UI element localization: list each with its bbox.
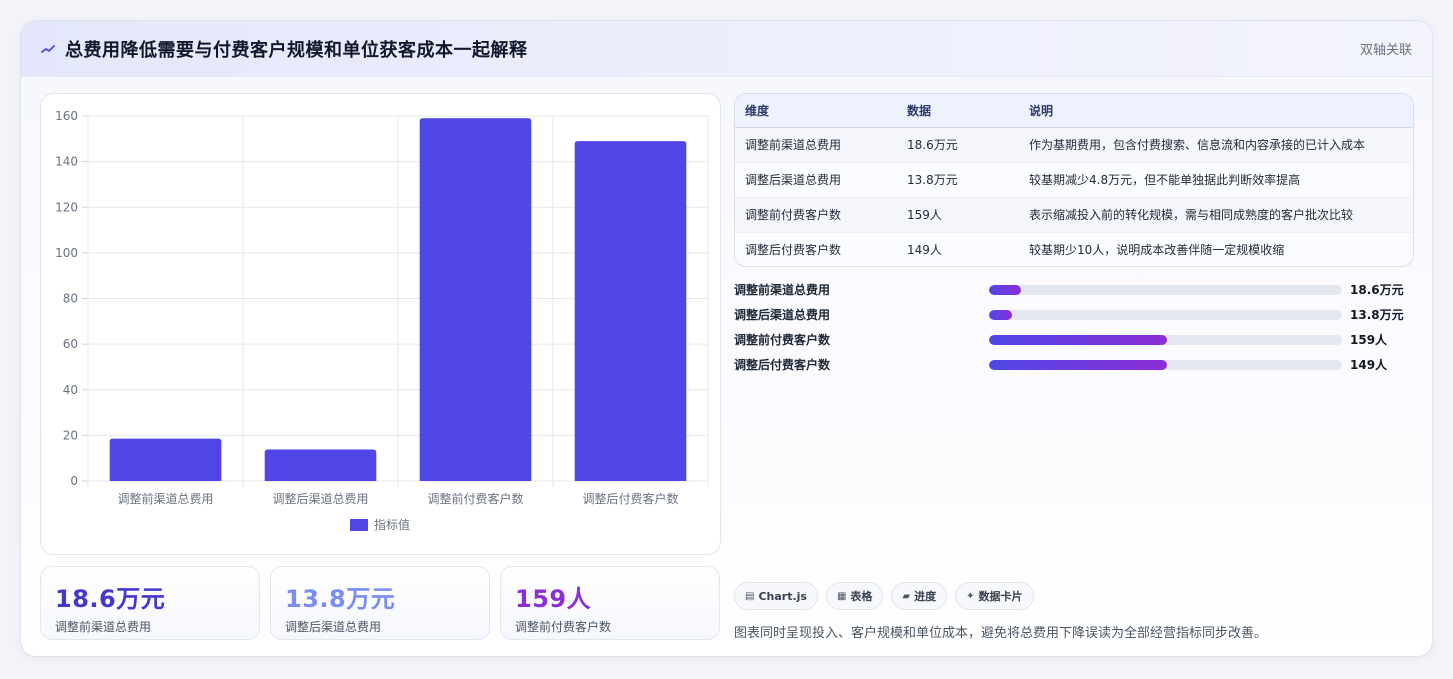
x-tick-label: 调整前渠道总费用 (117, 491, 213, 506)
table-header-row: 维度 数据 说明 (735, 94, 1413, 128)
card-header: 总费用降低需要与付费客户规模和单位获客成本一起解释 双轴关联 (21, 21, 1432, 77)
chip-label: 进度 (914, 590, 937, 603)
progress-track (989, 309, 1342, 320)
stat-value: 159人 (515, 585, 592, 613)
y-tick-label: 60 (63, 337, 78, 351)
trend-icon (41, 42, 55, 56)
table-cell: 18.6万元 (897, 126, 1019, 162)
x-tick-label: 调整后渠道总费用 (272, 491, 368, 506)
progress-row: 调整前渠道总费用 18.6万元 (734, 277, 1414, 302)
tech-chips: ▤ Chart.js ▦ 表格 ▰ 进度 ✦ 数据卡片 (734, 582, 1034, 610)
header-tag: 双轴关联 (1359, 43, 1412, 58)
progress-icon: ▰ (902, 590, 911, 602)
progress-track (989, 284, 1342, 295)
progress-track (989, 334, 1342, 345)
bar (419, 118, 532, 481)
stat-label: 调整前付费客户数 (515, 620, 612, 634)
x-tick-label: 调整前付费客户数 (427, 491, 523, 506)
progress-row: 调整后渠道总费用 13.8万元 (734, 302, 1414, 327)
chart-icon: ▤ (745, 590, 755, 602)
legend-label: 指标值 (374, 517, 410, 532)
table-cell: 调整后渠道总费用 (735, 161, 897, 197)
table-cell: 调整前渠道总费用 (735, 126, 897, 162)
stat-card-2: 13.8万元 调整后渠道总费用 (270, 566, 490, 640)
chip-data-card[interactable]: ✦ 数据卡片 (955, 582, 1034, 610)
stat-value: 18.6万元 (55, 585, 166, 613)
legend-swatch (350, 519, 368, 531)
stat-label: 调整前渠道总费用 (55, 620, 152, 634)
table-row: 调整后渠道总费用 13.8万元 较基期减少4.8万元，但不能单独据此判断效率提高 (735, 161, 1413, 197)
table-cell: 159人 (897, 196, 1019, 232)
data-table: 维度 数据 说明 调整前渠道总费用 18.6万元 作为基期费用，包含付费搜索、信… (734, 93, 1414, 267)
table-icon: ▦ (836, 590, 847, 602)
progress-value: 159人 (1350, 333, 1388, 347)
progress-label: 调整前付费客户数 (734, 333, 831, 347)
table-cell: 调整后付费客户数 (735, 231, 897, 266)
y-tick-label: 140 (55, 155, 78, 169)
sparkle-icon: ✦ (966, 590, 975, 602)
y-tick-label: 120 (55, 200, 78, 214)
table-cell: 149人 (897, 231, 1019, 266)
y-tick-label: 20 (63, 428, 78, 442)
page-title: 总费用降低需要与付费客户规模和单位获客成本一起解释 (65, 39, 528, 61)
progress-row: 调整后付费客户数 149人 (734, 352, 1414, 377)
bar-chart-panel: 0 20 40 60 80 100 120 140 160 调整前渠道总费用 调整后渠道总费用 调整前… (40, 93, 721, 555)
title-wrap: 总费用降低需要与付费客户规模和单位获客成本一起解释 (41, 36, 528, 62)
table-cell: 较基期少10人，说明成本改善伴随一定规模收缩 (1019, 231, 1413, 266)
footnote: 图表同时呈现投入、客户规模和单位成本，避免将总费用下降误读为全部经营指标同步改善… (734, 626, 1268, 641)
y-tick-label: 160 (55, 109, 78, 123)
bar (109, 438, 222, 481)
y-tick-label: 80 (63, 292, 78, 306)
chip-table[interactable]: ▦ 表格 (825, 582, 884, 610)
progress-label: 调整后付费客户数 (734, 358, 831, 372)
chip-label: 表格 (850, 590, 873, 603)
progress-fill (989, 359, 1168, 370)
table-cell: 作为基期费用，包含付费搜索、信息流和内容承接的已计入成本 (1019, 126, 1413, 162)
table-cell: 较基期减少4.8万元，但不能单独据此判断效率提高 (1019, 161, 1413, 197)
chip-label: Chart.js (758, 589, 807, 603)
table-header: 说明 (1019, 94, 1413, 128)
progress-list: 调整前渠道总费用 18.6万元 调整后渠道总费用 13.8万元 调整前付费客户数… (734, 277, 1414, 377)
table-header: 维度 (735, 94, 897, 128)
table-row: 调整后付费客户数 149人 较基期少10人，说明成本改善伴随一定规模收缩 (735, 231, 1413, 266)
bar (574, 141, 687, 481)
y-tick-label: 100 (55, 246, 78, 260)
report-card: 总费用降低需要与付费客户规模和单位获客成本一起解释 双轴关联 0 20 40 60 80… (20, 20, 1433, 657)
progress-label: 调整后渠道总费用 (734, 308, 831, 322)
bar-chart: 0 20 40 60 80 100 120 140 160 调整前渠道总费用 调整后渠道总费用 调整前… (55, 109, 709, 532)
stat-card-1: 18.6万元 调整前渠道总费用 (40, 566, 260, 640)
progress-label: 调整前渠道总费用 (734, 283, 831, 297)
y-tick-label: 40 (63, 383, 78, 397)
table-cell: 表示缩减投入前的转化规模，需与相同成熟度的客户批次比较 (1019, 196, 1413, 232)
progress-row: 调整前付费客户数 159人 (734, 327, 1414, 352)
progress-value: 18.6万元 (1350, 283, 1404, 297)
stat-value: 13.8万元 (285, 585, 396, 613)
progress-fill (989, 309, 1012, 320)
y-tick-label: 0 (70, 474, 78, 488)
progress-track (989, 359, 1342, 370)
stat-label: 调整后渠道总费用 (285, 620, 382, 634)
progress-fill (989, 334, 1168, 345)
progress-value: 149人 (1350, 358, 1388, 372)
table-row: 调整前渠道总费用 18.6万元 作为基期费用，包含付费搜索、信息流和内容承接的已… (735, 126, 1413, 162)
stat-card-3: 159人 调整前付费客户数 (500, 566, 720, 640)
table-row: 调整前付费客户数 159人 表示缩减投入前的转化规模，需与相同成熟度的客户批次比… (735, 196, 1413, 232)
table-header: 数据 (897, 94, 1019, 128)
chip-progress[interactable]: ▰ 进度 (891, 582, 948, 610)
bar (264, 449, 377, 481)
chip-label: 数据卡片 (978, 590, 1023, 603)
table-cell: 调整前付费客户数 (735, 196, 897, 232)
chip-chartjs[interactable]: ▤ Chart.js (734, 582, 818, 610)
progress-fill (989, 284, 1021, 295)
x-tick-label: 调整后付费客户数 (582, 491, 678, 506)
table-cell: 13.8万元 (897, 161, 1019, 197)
progress-value: 13.8万元 (1350, 308, 1404, 322)
